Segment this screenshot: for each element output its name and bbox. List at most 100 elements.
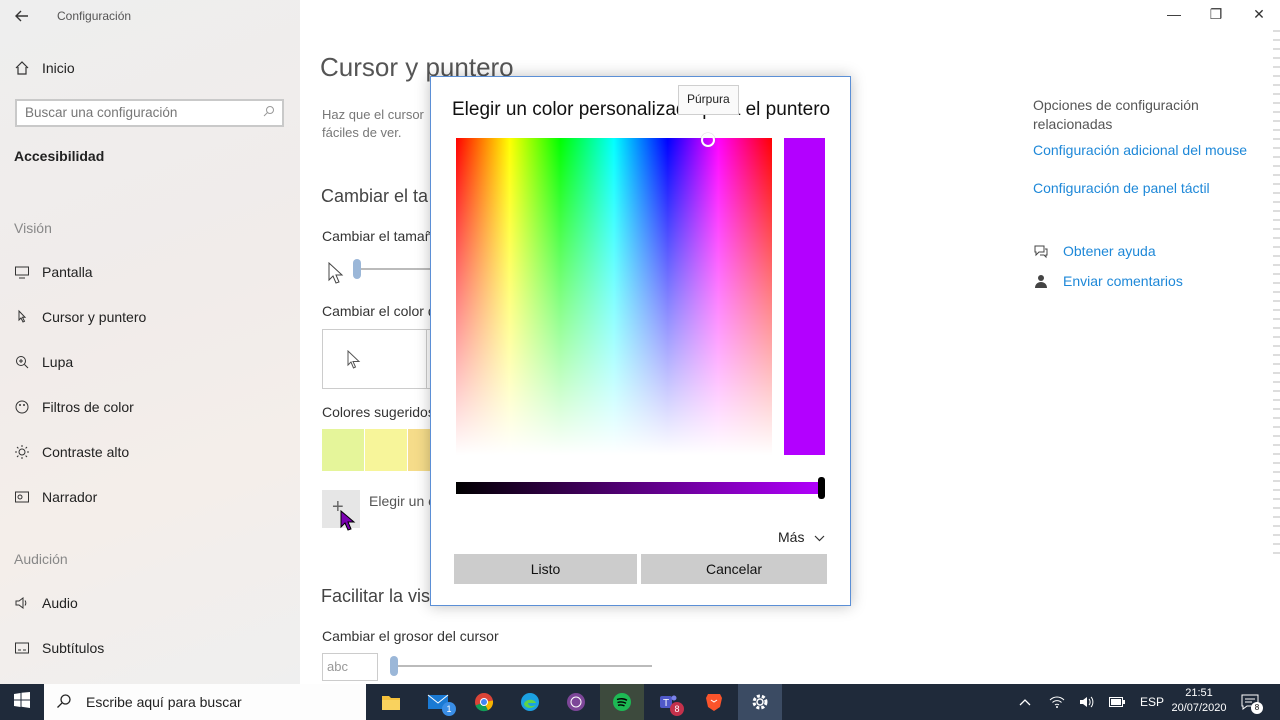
- suggested-colors-label: Colores sugeridos: [322, 404, 435, 420]
- notification-center-icon[interactable]: 8: [1241, 684, 1263, 720]
- section-heading-audio: Audición: [14, 551, 68, 567]
- sidebar-item-pantalla[interactable]: Pantalla: [14, 264, 93, 280]
- clock[interactable]: 21:51 20/07/2020: [1168, 686, 1230, 716]
- more-label: Más: [778, 529, 805, 545]
- mail-icon[interactable]: 1: [416, 684, 460, 720]
- search-icon: [56, 693, 72, 712]
- narrator-icon: [14, 489, 30, 505]
- mail-badge: 1: [442, 702, 456, 716]
- sidebar-item-audio[interactable]: Audio: [14, 595, 78, 611]
- maximize-button[interactable]: ❐: [1206, 6, 1226, 23]
- chevron-down-icon: [814, 529, 825, 545]
- suggested-color-swatch[interactable]: [408, 429, 430, 471]
- sidebar-item-label: Audio: [42, 595, 78, 611]
- taskbar-search-box[interactable]: Escribe aquí para buscar: [44, 684, 366, 720]
- home-icon: [14, 60, 30, 76]
- pointer-small-icon: [328, 261, 344, 291]
- edge-icon[interactable]: [508, 684, 552, 720]
- app-title: Configuración: [57, 9, 132, 23]
- background-window-edge: [1273, 30, 1280, 560]
- brightness-icon: [14, 444, 30, 460]
- mouse-pointer-icon: [340, 509, 356, 537]
- chrome-icon[interactable]: [462, 684, 506, 720]
- chevron-up-icon[interactable]: [1019, 684, 1031, 720]
- brightness-slider-thumb[interactable]: [818, 477, 825, 499]
- mouse-settings-link[interactable]: Configuración adicional del mouse: [1033, 142, 1247, 158]
- sidebar-item-label: Subtítulos: [42, 640, 105, 656]
- minimize-button[interactable]: —: [1164, 6, 1184, 22]
- page-description-line: fáciles de ver.: [322, 125, 402, 140]
- sidebar-item-contraste[interactable]: Contraste alto: [14, 444, 129, 460]
- brightness-slider-track[interactable]: [456, 482, 823, 494]
- monitor-icon: [14, 264, 30, 280]
- cursor-icon: [14, 309, 30, 325]
- spotify-icon[interactable]: [600, 684, 644, 720]
- custom-color-label: Elegir un c: [369, 493, 436, 509]
- windows-logo-icon: [14, 691, 30, 713]
- search-icon[interactable]: [263, 105, 275, 120]
- battery-icon[interactable]: [1109, 684, 1125, 720]
- touchpad-settings-link[interactable]: Configuración de panel táctil: [1033, 180, 1210, 196]
- close-button[interactable]: ✕: [1249, 6, 1269, 23]
- teams-icon[interactable]: T 8: [646, 684, 690, 720]
- magnifier-icon: [14, 354, 30, 370]
- sidebar-item-filtros[interactable]: Filtros de color: [14, 399, 134, 415]
- size-slider-track[interactable]: [356, 268, 431, 270]
- related-settings-title: Opciones de configuración relacionadas: [1033, 97, 1199, 132]
- sidebar-item-label: Narrador: [42, 489, 98, 505]
- section-heading-size: Cambiar el ta: [321, 186, 429, 206]
- sidebar-item-narrador[interactable]: Narrador: [14, 489, 97, 505]
- svg-text:T: T: [663, 698, 669, 709]
- color-picker-dialog: Elegir un color personalizado para el pu…: [430, 76, 851, 606]
- thickness-preview-box: abc: [322, 653, 378, 681]
- file-explorer-icon[interactable]: [369, 684, 413, 720]
- suggested-color-swatch[interactable]: [365, 429, 407, 471]
- search-placeholder: Buscar una configuración: [25, 105, 178, 120]
- wifi-icon[interactable]: [1049, 684, 1065, 720]
- dialog-title: Elegir un color personalizado para el pu…: [452, 99, 831, 120]
- send-feedback-link[interactable]: Enviar comentarios: [1063, 273, 1183, 289]
- feedback-icon: [1033, 273, 1049, 294]
- back-arrow-icon[interactable]: [14, 8, 30, 24]
- thickness-slider-track[interactable]: [392, 665, 652, 667]
- clock-time: 21:51: [1185, 687, 1213, 699]
- color-preview: [784, 138, 825, 455]
- cancel-button[interactable]: Cancelar: [641, 554, 827, 584]
- size-label: Cambiar el tamañ: [322, 228, 433, 244]
- sidebar-item-cursor[interactable]: Cursor y puntero: [14, 309, 146, 325]
- sidebar-item-subtitulos[interactable]: Subtítulos: [14, 640, 104, 656]
- sidebar-item-home[interactable]: Inicio: [14, 60, 75, 76]
- clock-date: 20/07/2020: [1171, 702, 1227, 714]
- volume-icon[interactable]: [1079, 684, 1095, 720]
- pointer-color-option-white[interactable]: [322, 329, 432, 389]
- settings-icon[interactable]: [738, 684, 782, 720]
- color-selector-ring[interactable]: [701, 133, 715, 147]
- language-indicator[interactable]: ESP: [1140, 684, 1164, 720]
- thickness-slider-thumb[interactable]: [390, 656, 398, 676]
- section-heading-ease: Facilitar la vis: [321, 586, 431, 606]
- size-slider-thumb[interactable]: [353, 259, 361, 279]
- captions-icon: [14, 640, 30, 656]
- speaker-icon: [14, 595, 30, 611]
- start-button[interactable]: [0, 684, 44, 720]
- settings-search-input[interactable]: Buscar una configuración: [15, 99, 284, 127]
- help-icon: [1033, 243, 1049, 264]
- sidebar-item-label: Inicio: [42, 60, 75, 76]
- page-description-line: Haz que el cursor: [322, 107, 424, 122]
- get-help-link[interactable]: Obtener ayuda: [1063, 243, 1156, 259]
- teams-badge: 8: [670, 702, 684, 716]
- sidebar-item-lupa[interactable]: Lupa: [14, 354, 73, 370]
- tor-icon[interactable]: [554, 684, 598, 720]
- sidebar-item-label: Contraste alto: [42, 444, 130, 460]
- sidebar-item-label: Filtros de color: [42, 399, 134, 415]
- thickness-label: Cambiar el grosor del cursor: [322, 628, 499, 644]
- done-button[interactable]: Listo: [454, 554, 637, 584]
- color-spectrum[interactable]: [456, 138, 772, 455]
- color-label: Cambiar el color d: [322, 303, 436, 319]
- brave-icon[interactable]: [692, 684, 736, 720]
- suggested-color-swatch[interactable]: [322, 429, 364, 471]
- color-filter-icon: [14, 399, 30, 415]
- notification-badge: 8: [1251, 702, 1263, 714]
- taskbar-search-placeholder: Escribe aquí para buscar: [86, 694, 242, 710]
- more-options-toggle[interactable]: Más: [778, 529, 825, 545]
